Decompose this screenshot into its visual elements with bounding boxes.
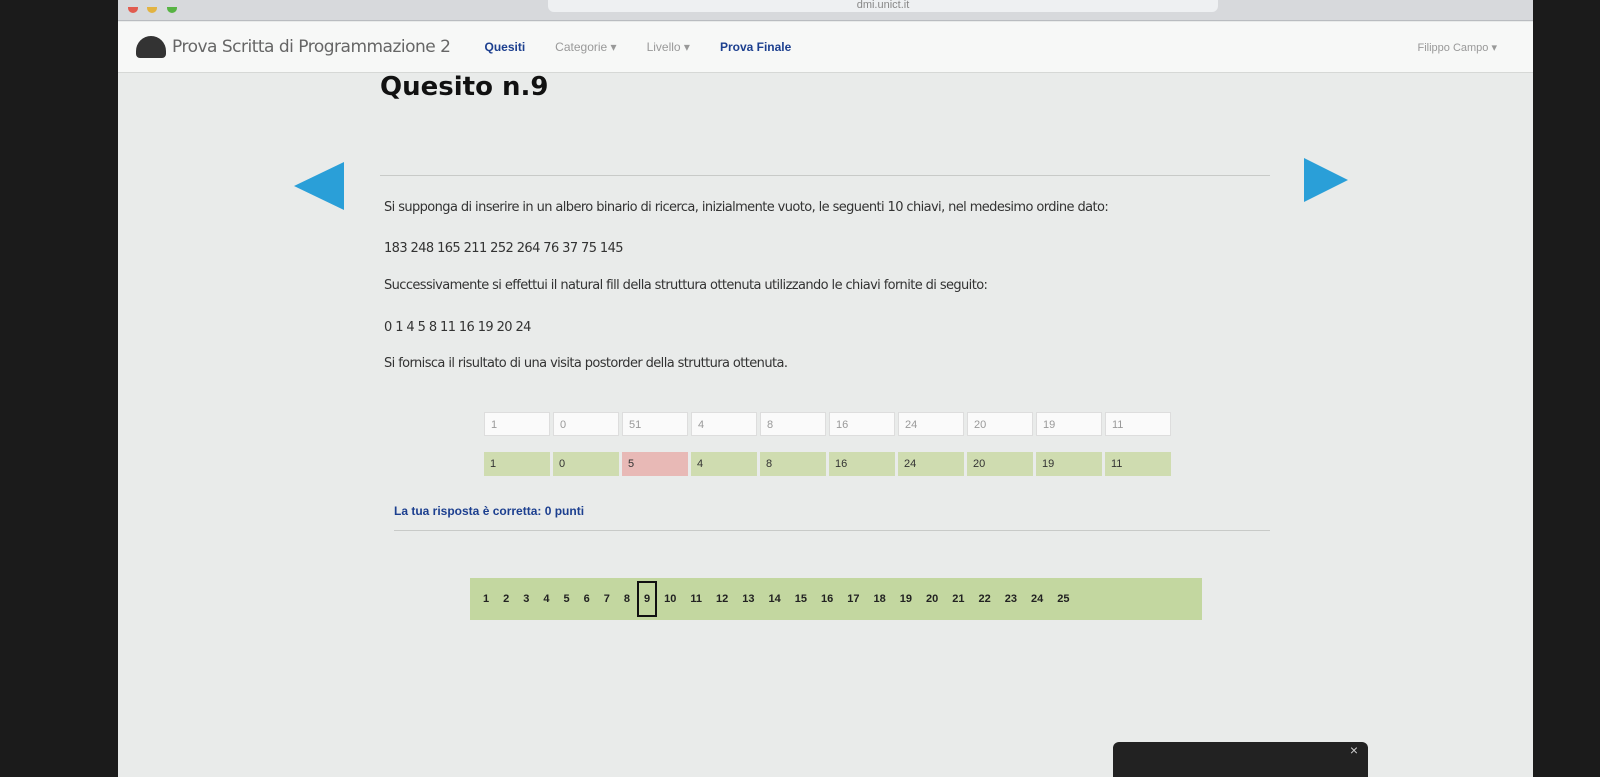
navbar: Prova Scritta di Programmazione 2 Quesit…: [118, 22, 1533, 73]
page-link[interactable]: 1: [476, 582, 496, 616]
divider-bottom: [394, 530, 1270, 531]
page-link[interactable]: 11: [683, 582, 709, 616]
page-link[interactable]: 10: [657, 582, 683, 616]
page-link[interactable]: 4: [536, 582, 556, 616]
close-icon[interactable]: ×: [1350, 742, 1358, 758]
page-link[interactable]: 12: [709, 582, 735, 616]
answer-field[interactable]: 51: [622, 412, 688, 436]
page-title: Quesito n.9: [380, 72, 549, 102]
correct-cell: 0: [553, 452, 619, 476]
question-text-1: Si supponga di inserire in un albero bin…: [384, 200, 1109, 215]
page-link[interactable]: 17: [840, 582, 866, 616]
correct-cell: 24: [898, 452, 964, 476]
page-link[interactable]: 25: [1050, 582, 1076, 616]
page-link[interactable]: 2: [496, 582, 516, 616]
browser-toolbar: dmi.unict.it: [118, 0, 1533, 21]
page-link[interactable]: 16: [814, 582, 840, 616]
address-bar[interactable]: dmi.unict.it: [548, 0, 1218, 12]
correct-cell: 19: [1036, 452, 1102, 476]
screen: dmi.unict.it Prova Scritta di Programmaz…: [118, 0, 1533, 777]
page-link[interactable]: 18: [867, 582, 893, 616]
zoom-window-icon[interactable]: [166, 7, 177, 13]
answer-inputs: 1 0 51 4 8 16 24 20 19 11: [484, 412, 1174, 436]
page-link-current[interactable]: 9: [637, 581, 658, 617]
page-link[interactable]: 24: [1024, 582, 1050, 616]
page-link[interactable]: 6: [577, 582, 597, 616]
answer-field[interactable]: 0: [553, 412, 619, 436]
page-link[interactable]: 7: [597, 582, 617, 616]
bottom-toast: ×: [1113, 742, 1368, 777]
correct-answers: 1 0 5 4 8 16 24 20 19 11: [484, 452, 1174, 476]
result-message: La tua risposta è corretta: 0 punti: [394, 504, 585, 518]
previous-question-arrow-icon[interactable]: [294, 162, 344, 210]
answer-field[interactable]: 19: [1036, 412, 1102, 436]
answer-field[interactable]: 1: [484, 412, 550, 436]
correct-cell: 16: [829, 452, 895, 476]
answer-field[interactable]: 4: [691, 412, 757, 436]
nav-item-prova-finale[interactable]: Prova Finale: [720, 40, 791, 54]
page-link[interactable]: 21: [945, 582, 971, 616]
page-link[interactable]: 19: [893, 582, 919, 616]
correct-cell: 20: [967, 452, 1033, 476]
nav-item-categorie[interactable]: Categorie ▾: [555, 40, 616, 54]
wrong-cell: 5: [622, 452, 688, 476]
user-answer-row: 1 0 51 4 8 16 24 20 19 11: [484, 412, 1174, 436]
page-link[interactable]: 5: [557, 582, 577, 616]
answer-field[interactable]: 11: [1105, 412, 1171, 436]
page-link[interactable]: 23: [998, 582, 1024, 616]
nav-item-quesiti[interactable]: Quesiti: [484, 40, 525, 54]
nav-item-livello[interactable]: Livello ▾: [647, 40, 690, 54]
page-link[interactable]: 20: [919, 582, 945, 616]
page-link[interactable]: 22: [972, 582, 998, 616]
answer-field[interactable]: 16: [829, 412, 895, 436]
correct-cell: 8: [760, 452, 826, 476]
page-link[interactable]: 8: [617, 582, 637, 616]
correct-answer-row: 1 0 5 4 8 16 24 20 19 11: [484, 452, 1174, 476]
next-question-arrow-icon[interactable]: [1304, 158, 1348, 202]
question-text-2: Successivamente si effettui il natural f…: [384, 278, 988, 293]
question-pager: 1 2 3 4 5 6 7 8 9 10 11 12 13 14 15 16 1…: [470, 578, 1202, 620]
correct-cell: 11: [1105, 452, 1171, 476]
page-link[interactable]: 14: [762, 582, 788, 616]
page-link[interactable]: 13: [735, 582, 761, 616]
brand-title[interactable]: Prova Scritta di Programmazione 2: [172, 37, 451, 57]
insert-keys: 183 248 165 211 252 264 76 37 75 145: [384, 241, 624, 256]
divider-top: [380, 175, 1270, 176]
close-window-icon[interactable]: [128, 7, 138, 13]
correct-cell: 1: [484, 452, 550, 476]
correct-cell: 4: [691, 452, 757, 476]
answer-field[interactable]: 24: [898, 412, 964, 436]
question-text-3: Si fornisca il risultato di una visita p…: [384, 356, 788, 371]
window-controls: [128, 0, 182, 18]
fill-keys: 0 1 4 5 8 11 16 19 20 24: [384, 320, 531, 335]
page-link[interactable]: 3: [516, 582, 536, 616]
logo-icon: [136, 36, 166, 58]
minimize-window-icon[interactable]: [147, 7, 158, 13]
page-link[interactable]: 15: [788, 582, 814, 616]
answer-field[interactable]: 20: [967, 412, 1033, 436]
answer-field[interactable]: 8: [760, 412, 826, 436]
user-menu[interactable]: Filippo Campo ▾: [1418, 41, 1498, 54]
